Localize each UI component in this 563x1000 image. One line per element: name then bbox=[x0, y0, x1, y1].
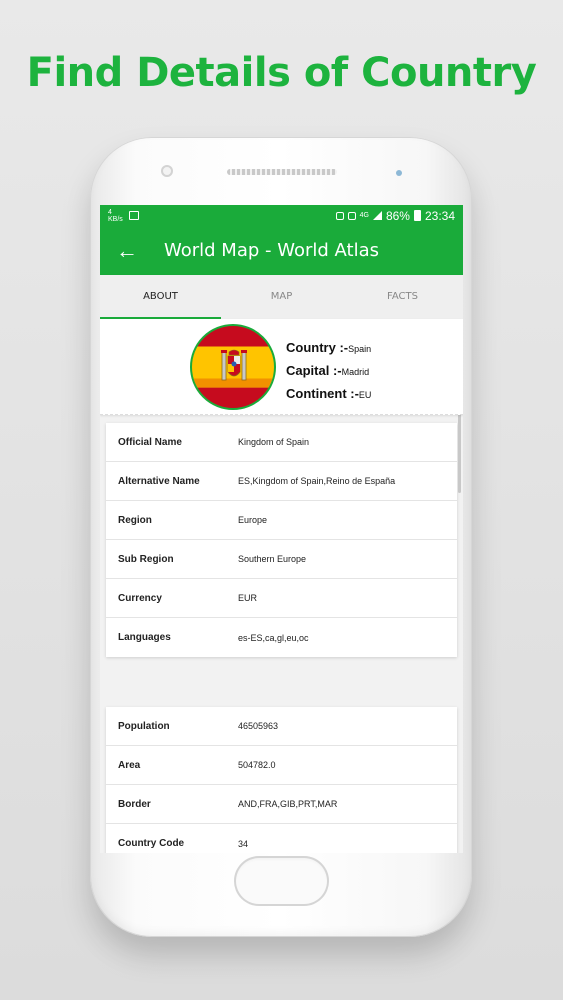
earpiece-speaker bbox=[227, 169, 337, 175]
row-value: es-ES,ca,gl,eu,oc bbox=[238, 632, 309, 643]
tab-facts[interactable]: FACTS bbox=[342, 275, 463, 319]
row-label: Country Code bbox=[118, 838, 185, 849]
capital-value: Madrid bbox=[341, 367, 370, 377]
flag-image bbox=[190, 324, 276, 410]
table-row: Alternative Name ES,Kingdom of Spain,Rei… bbox=[106, 462, 457, 501]
row-label: Languages bbox=[118, 632, 171, 643]
promo-title: Find Details of Country bbox=[26, 50, 537, 96]
row-value: Europe bbox=[238, 515, 268, 525]
table-row: Sub Region Southern Europe bbox=[106, 540, 457, 579]
phone-frame: 4 KB/s 4G 86% 23:34 ← World Map - World … bbox=[90, 137, 472, 937]
arrow-left-icon[interactable]: ← bbox=[116, 239, 140, 262]
tab-bar: ABOUT MAP FACTS bbox=[100, 275, 463, 319]
app-title: World Map - World Atlas bbox=[164, 240, 379, 261]
table-row: Official Name Kingdom of Spain bbox=[106, 423, 457, 462]
table-row: Border AND,FRA,GIB,PRT,MAR bbox=[106, 785, 457, 824]
stats-card: Population 46505963 Area 504782.0 Border… bbox=[106, 707, 457, 853]
table-row: Region Europe bbox=[106, 501, 457, 540]
details-card: Official Name Kingdom of Spain Alternati… bbox=[106, 423, 457, 657]
nfc-icon bbox=[347, 211, 356, 220]
row-label: Alternative Name bbox=[118, 475, 200, 487]
tab-about[interactable]: ABOUT bbox=[100, 275, 221, 319]
table-row: Languages es-ES,ca,gl,eu,oc bbox=[106, 618, 457, 657]
network-type: 4G bbox=[359, 212, 369, 219]
row-value: 34 bbox=[238, 838, 249, 849]
capital-line: Capital :-Madrid bbox=[286, 360, 371, 383]
status-bar: 4 KB/s 4G 86% 23:34 bbox=[100, 205, 463, 226]
country-info: Country :-Spain Capital :-Madrid Contine… bbox=[286, 337, 371, 406]
row-value: 504782.0 bbox=[238, 760, 276, 770]
battery-percent: 86% bbox=[385, 208, 410, 223]
phone-screen: 4 KB/s 4G 86% 23:34 ← World Map - World … bbox=[100, 205, 463, 853]
status-right: 4G 86% 23:34 bbox=[335, 208, 455, 223]
row-label: Area bbox=[118, 759, 141, 771]
continent-label: Continent :- bbox=[286, 386, 359, 401]
country-summary-card: Country :-Spain Capital :-Madrid Contine… bbox=[100, 319, 463, 415]
row-label: Region bbox=[118, 514, 152, 526]
capital-label: Capital :- bbox=[286, 363, 342, 378]
proximity-sensor bbox=[396, 170, 402, 176]
continent-line: Continent :-EU bbox=[286, 383, 371, 406]
clock: 23:34 bbox=[424, 208, 455, 223]
status-left: 4 KB/s bbox=[108, 209, 139, 223]
table-row: Country Code 34 bbox=[106, 824, 457, 853]
row-value: 46505963 bbox=[238, 721, 279, 731]
continent-value: EU bbox=[358, 390, 372, 400]
row-label: Border bbox=[118, 798, 151, 810]
row-value: Southern Europe bbox=[238, 554, 307, 564]
image-notification-icon bbox=[128, 211, 139, 220]
country-label: Country :- bbox=[286, 340, 349, 355]
row-value: ES,Kingdom of Spain,Reino de España bbox=[238, 476, 396, 486]
row-value: AND,FRA,GIB,PRT,MAR bbox=[238, 799, 338, 809]
table-row: Area 504782.0 bbox=[106, 746, 457, 785]
table-row: Population 46505963 bbox=[106, 707, 457, 746]
row-value: Kingdom of Spain bbox=[238, 437, 310, 447]
network-speed: 4 KB/s bbox=[108, 208, 123, 223]
alarm-icon bbox=[335, 211, 344, 220]
table-row: Currency EUR bbox=[106, 579, 457, 618]
signal-icon bbox=[372, 211, 382, 220]
coat-of-arms-icon bbox=[221, 349, 247, 381]
about-content[interactable]: Country :-Spain Capital :-Madrid Contine… bbox=[100, 319, 463, 853]
country-line: Country :-Spain bbox=[286, 337, 371, 360]
battery-icon bbox=[413, 210, 421, 221]
app-bar: ← World Map - World Atlas bbox=[100, 226, 463, 275]
row-label: Population bbox=[118, 720, 170, 732]
row-label: Official Name bbox=[118, 436, 182, 448]
tab-map[interactable]: MAP bbox=[221, 275, 342, 319]
row-label: Currency bbox=[118, 592, 162, 604]
home-button[interactable] bbox=[234, 856, 329, 906]
front-camera bbox=[161, 165, 173, 177]
country-value: Spain bbox=[348, 344, 372, 354]
row-value: EUR bbox=[238, 593, 258, 603]
row-label: Sub Region bbox=[118, 553, 174, 565]
